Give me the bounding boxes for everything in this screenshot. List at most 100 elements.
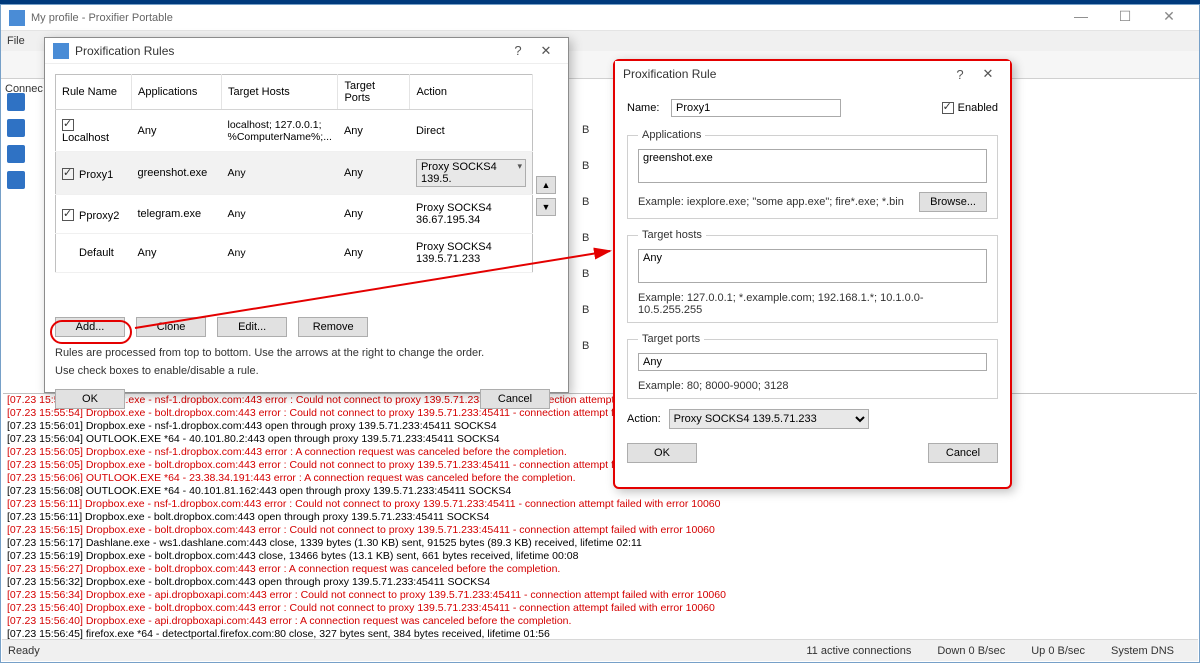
bg-text: B	[582, 160, 588, 172]
ports-legend: Target ports	[638, 333, 704, 345]
applications-example: Example: iexplore.exe; "some app.exe"; f…	[638, 196, 919, 208]
rule-name: Default	[79, 247, 114, 259]
rule-hosts: Any	[222, 234, 338, 273]
rule-name: Pproxy2	[79, 210, 119, 222]
log-line: [07.23 15:56:11] Dropbox.exe - bolt.drop…	[3, 511, 1197, 524]
rule-ports: Any	[338, 152, 410, 195]
log-line: [07.23 15:56:40] Dropbox.exe - api.dropb…	[3, 615, 1197, 628]
rule-action: Direct	[410, 110, 533, 152]
ports-input[interactable]: Any	[638, 353, 987, 371]
bg-text: B	[582, 124, 588, 136]
clone-button[interactable]: Clone	[136, 317, 206, 337]
log-line: [07.23 15:56:40] Dropbox.exe - bolt.drop…	[3, 602, 1197, 615]
close-button[interactable]: ✕	[974, 66, 1002, 82]
ports-example: Example: 80; 8000-9000; 3128	[638, 380, 987, 392]
enabled-checkbox[interactable]: Enabled	[942, 102, 998, 114]
log-line: [07.23 15:56:05] Dropbox.exe - nsf-1.dro…	[3, 446, 1197, 459]
tool-icon-4[interactable]	[7, 171, 25, 189]
minimize-button[interactable]: —	[1059, 8, 1103, 28]
status-dns: System DNS	[1111, 645, 1174, 657]
log-line: [07.23 15:56:17] Dashlane.exe - ws1.dash…	[3, 537, 1197, 550]
bg-text: B	[582, 268, 588, 280]
rules-hint-enable: Use check boxes to enable/disable a rule…	[55, 365, 558, 377]
action-select[interactable]: Proxy SOCKS4 139.5.71.233	[669, 409, 869, 429]
add-button[interactable]: Add...	[55, 317, 125, 337]
maximize-button[interactable]: ☐	[1103, 8, 1147, 28]
rule-hosts: Any	[222, 152, 338, 195]
ok-button[interactable]: OK	[55, 389, 125, 409]
col-apps[interactable]: Applications	[132, 75, 222, 110]
menu-file[interactable]: File	[7, 35, 25, 47]
cancel-button[interactable]: Cancel	[480, 389, 550, 409]
bg-text: B	[582, 304, 588, 316]
table-row[interactable]: Proxy1greenshot.exeAnyAnyProxy SOCKS4 13…	[56, 152, 533, 195]
hosts-legend: Target hosts	[638, 229, 706, 241]
side-toolbar	[7, 93, 29, 197]
status-up: Up 0 B/sec	[1031, 645, 1085, 657]
rule-apps: Any	[132, 234, 222, 273]
help-button[interactable]: ?	[504, 43, 532, 58]
check-icon	[942, 102, 954, 114]
rule-ports: Any	[338, 195, 410, 234]
bg-text: B	[582, 340, 588, 352]
rule-checkbox[interactable]	[62, 119, 74, 131]
rule-checkbox[interactable]	[62, 168, 74, 180]
status-down: Down 0 B/sec	[937, 645, 1005, 657]
tool-icon-2[interactable]	[7, 119, 25, 137]
log-panel[interactable]: [07.23 15:55:51] Dropbox.exe - nsf-1.dro…	[3, 393, 1197, 641]
enabled-label: Enabled	[958, 102, 998, 114]
app-icon	[9, 10, 25, 26]
rule-apps: greenshot.exe	[132, 152, 222, 195]
ok-button[interactable]: OK	[627, 443, 697, 463]
rules-dialog: Proxification Rules ? ✕ Rule Name Applic…	[44, 37, 569, 393]
table-row[interactable]: LocalhostAnylocalhost; 127.0.0.1; %Compu…	[56, 110, 533, 152]
name-input[interactable]	[671, 99, 841, 117]
rule-checkbox[interactable]	[62, 209, 74, 221]
rule-apps: telegram.exe	[132, 195, 222, 234]
main-title: My profile - Proxifier Portable	[31, 12, 1059, 24]
rules-table[interactable]: Rule Name Applications Target Hosts Targ…	[55, 74, 533, 273]
remove-button[interactable]: Remove	[298, 317, 368, 337]
log-line: [07.23 15:56:34] Dropbox.exe - api.dropb…	[3, 589, 1197, 602]
status-ready: Ready	[8, 645, 40, 657]
log-line: [07.23 15:56:11] Dropbox.exe - nsf-1.dro…	[3, 498, 1197, 511]
action-label: Action:	[627, 413, 661, 425]
close-button[interactable]: ✕	[532, 43, 560, 59]
rule-ports: Any	[338, 110, 410, 152]
col-hosts[interactable]: Target Hosts	[222, 75, 338, 110]
rule-ports: Any	[338, 234, 410, 273]
close-button[interactable]: ✕	[1147, 8, 1191, 28]
log-line: [07.23 15:56:06] OUTLOOK.EXE *64 - 23.38…	[3, 472, 1197, 485]
statusbar: Ready 11 active connections Down 0 B/sec…	[2, 639, 1198, 661]
main-titlebar: My profile - Proxifier Portable — ☐ ✕	[1, 5, 1199, 31]
rules-titlebar: Proxification Rules ? ✕	[45, 38, 568, 64]
move-up-button[interactable]: ▲	[536, 176, 556, 194]
help-button[interactable]: ?	[946, 67, 974, 82]
tool-icon-3[interactable]	[7, 145, 25, 163]
rule-name: Proxy1	[79, 169, 113, 181]
name-label: Name:	[627, 102, 671, 114]
applications-input[interactable]: greenshot.exe	[638, 149, 987, 183]
tool-icon-1[interactable]	[7, 93, 25, 111]
rule-titlebar: Proxification Rule ? ✕	[615, 61, 1010, 87]
hosts-group: Target hosts Any Example: 127.0.0.1; *.e…	[627, 229, 998, 323]
hosts-input[interactable]: Any	[638, 249, 987, 283]
cancel-button[interactable]: Cancel	[928, 443, 998, 463]
col-ports[interactable]: Target Ports	[338, 75, 410, 110]
log-line: [07.23 15:56:27] Dropbox.exe - bolt.drop…	[3, 563, 1197, 576]
move-down-button[interactable]: ▼	[536, 198, 556, 216]
rules-button-row: Add... Clone Edit... Remove	[55, 317, 558, 337]
table-row[interactable]: Pproxy2telegram.exeAnyAnyProxy SOCKS4 36…	[56, 195, 533, 234]
browse-button[interactable]: Browse...	[919, 192, 987, 212]
log-line: [07.23 15:56:19] Dropbox.exe - bolt.drop…	[3, 550, 1197, 563]
action-dropdown[interactable]: Proxy SOCKS4 139.5.	[416, 159, 526, 187]
rule-action: Proxy SOCKS4 139.5.71.233	[410, 234, 533, 273]
log-line: [07.23 15:56:01] Dropbox.exe - nsf-1.dro…	[3, 420, 1197, 433]
bg-text: B	[582, 232, 588, 244]
table-row[interactable]: DefaultAnyAnyAnyProxy SOCKS4 139.5.71.23…	[56, 234, 533, 273]
col-action[interactable]: Action	[410, 75, 533, 110]
edit-button[interactable]: Edit...	[217, 317, 287, 337]
rule-action: Proxy SOCKS4 36.67.195.34	[410, 195, 533, 234]
col-rulename[interactable]: Rule Name	[56, 75, 132, 110]
rules-hint-order: Rules are processed from top to bottom. …	[55, 347, 558, 359]
